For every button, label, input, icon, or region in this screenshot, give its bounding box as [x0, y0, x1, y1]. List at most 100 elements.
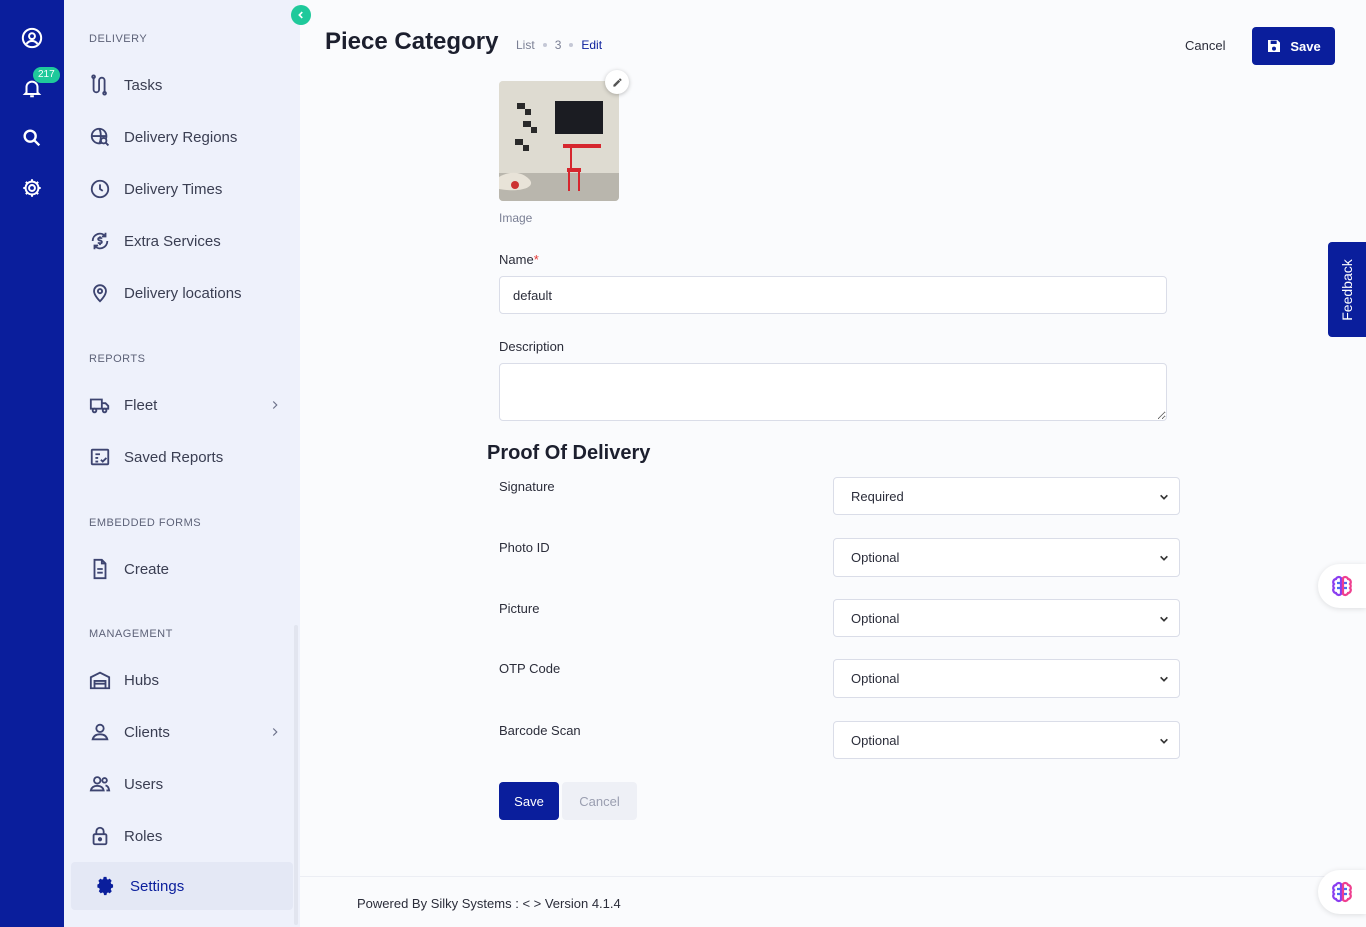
sidebar-item-label: Saved Reports	[124, 448, 224, 466]
section-title-delivery: DELIVERY	[89, 33, 148, 45]
truck-icon	[88, 393, 112, 417]
sidebar-item-delivery-regions[interactable]: Delivery Regions	[88, 122, 284, 152]
gear-icon	[94, 874, 118, 898]
sidebar-item-label: Hubs	[124, 671, 160, 689]
description-textarea[interactable]	[499, 363, 1167, 421]
lock-icon	[88, 824, 112, 848]
sidebar-item-label: Roles	[124, 827, 163, 845]
required-mark: *	[533, 252, 539, 267]
sidebar-item-label: Settings	[130, 877, 185, 895]
sidebar: DELIVERY Tasks Delivery Regions Delivery…	[64, 0, 300, 927]
chevron-left-icon	[298, 11, 303, 19]
dollar-refresh-icon	[88, 229, 112, 253]
globe-search-icon	[88, 125, 112, 149]
footer-divider	[300, 876, 1366, 877]
sidebar-item-label: Fleet	[124, 396, 158, 414]
ai-assistant-button[interactable]	[1318, 564, 1366, 608]
brain-icon	[1332, 881, 1352, 903]
sidebar-item-label: Tasks	[124, 76, 163, 94]
proof-of-delivery-heading: Proof Of Delivery	[487, 442, 651, 464]
breadcrumb-record-link[interactable]: 3	[555, 38, 562, 52]
report-check-icon	[88, 445, 112, 469]
name-input[interactable]	[499, 276, 1167, 314]
barcode-scan-label: Barcode Scan	[499, 723, 581, 738]
brain-icon	[1332, 575, 1352, 597]
sidebar-item-label: Delivery locations	[124, 284, 242, 302]
users-icon	[88, 772, 112, 796]
sidebar-item-extra-services[interactable]: Extra Services	[88, 226, 284, 256]
edit-image-button[interactable]	[605, 70, 629, 94]
picture-label: Picture	[499, 601, 540, 616]
floppy-disk-icon	[1268, 40, 1281, 52]
header-save-label: Save	[1290, 38, 1321, 54]
otp-code-select[interactable]: Optional	[833, 659, 1180, 698]
signature-label: Signature	[499, 479, 555, 494]
sidebar-scrollbar[interactable]	[294, 625, 298, 925]
sidebar-item-delivery-locations[interactable]: Delivery locations	[88, 278, 284, 308]
section-title-reports: REPORTS	[89, 353, 146, 365]
header-save-button[interactable]: Save	[1252, 27, 1335, 65]
header-cancel-button[interactable]: Cancel	[1185, 38, 1225, 53]
sidebar-item-saved-reports[interactable]: Saved Reports	[88, 442, 284, 472]
sidebar-item-settings[interactable]: Settings	[94, 871, 290, 901]
barcode-scan-select[interactable]: Optional	[833, 721, 1180, 759]
user-circle-icon[interactable]	[17, 23, 47, 53]
image-label: Image	[499, 211, 533, 225]
barcode-scan-select-value: Optional	[851, 732, 900, 748]
breadcrumb-current: Edit	[581, 38, 603, 52]
chevron-down-icon	[1160, 616, 1168, 622]
name-label-text: Name	[499, 252, 534, 267]
clock-icon	[88, 177, 112, 201]
sidebar-item-hubs[interactable]: Hubs	[88, 665, 284, 695]
sidebar-item-label: Delivery Regions	[124, 128, 238, 146]
sidebar-item-label: Create	[124, 560, 170, 578]
sidebar-item-label: Clients	[124, 723, 170, 741]
otp-code-label: OTP Code	[499, 661, 561, 676]
chevron-down-icon	[1160, 555, 1168, 561]
picture-select[interactable]: Optional	[833, 599, 1180, 637]
sidebar-item-label: Delivery Times	[124, 180, 223, 198]
footer-text: Powered By Silky Systems : < > Version 4…	[357, 896, 621, 911]
sidebar-item-label: Extra Services	[124, 232, 221, 250]
page-title: Piece Category	[325, 28, 499, 55]
feedback-tab[interactable]: Feedback	[1328, 242, 1366, 337]
gear-icon[interactable]	[17, 173, 47, 203]
category-image	[499, 81, 619, 201]
sidebar-item-fleet[interactable]: Fleet	[88, 390, 284, 420]
sidebar-item-users[interactable]: Users	[88, 769, 284, 799]
pencil-icon	[612, 77, 622, 87]
photo-id-label: Photo ID	[499, 540, 550, 555]
sidebar-item-delivery-times[interactable]: Delivery Times	[88, 174, 284, 204]
sidebar-item-create[interactable]: Create	[88, 554, 284, 584]
sidebar-item-label: Users	[124, 775, 164, 793]
section-title-management: MANAGEMENT	[89, 628, 173, 640]
cancel-button[interactable]: Cancel	[562, 782, 637, 820]
name-label: Name*	[499, 252, 539, 267]
chevron-down-icon	[1160, 676, 1168, 682]
breadcrumb: List 3 Edit	[516, 38, 602, 52]
otp-code-select-value: Optional	[851, 671, 900, 686]
photo-id-select[interactable]: Optional	[833, 538, 1180, 577]
ai-assistant-button-secondary[interactable]	[1318, 870, 1366, 914]
document-icon	[88, 557, 112, 581]
signature-select[interactable]: Required	[833, 477, 1180, 515]
section-title-embedded-forms: EMBEDDED FORMS	[89, 517, 202, 529]
signature-select-value: Required	[851, 488, 904, 504]
picture-select-value: Optional	[851, 610, 900, 626]
warehouse-icon	[88, 668, 112, 692]
search-icon[interactable]	[17, 123, 47, 153]
icon-rail: 217	[0, 0, 64, 927]
photo-id-select-value: Optional	[851, 550, 900, 565]
person-icon	[88, 720, 112, 744]
breadcrumb-list-link[interactable]: List	[516, 38, 535, 52]
collapse-sidebar-button[interactable]	[291, 5, 311, 25]
chevron-right-icon	[272, 728, 278, 736]
sidebar-item-roles[interactable]: Roles	[88, 821, 284, 851]
feedback-label: Feedback	[1339, 258, 1355, 321]
sidebar-item-clients[interactable]: Clients	[88, 717, 284, 747]
map-pin-icon	[88, 281, 112, 305]
chevron-down-icon	[1160, 494, 1168, 500]
sidebar-item-tasks[interactable]: Tasks	[88, 70, 284, 100]
chevron-down-icon	[1160, 738, 1168, 744]
save-button[interactable]: Save	[499, 782, 559, 820]
